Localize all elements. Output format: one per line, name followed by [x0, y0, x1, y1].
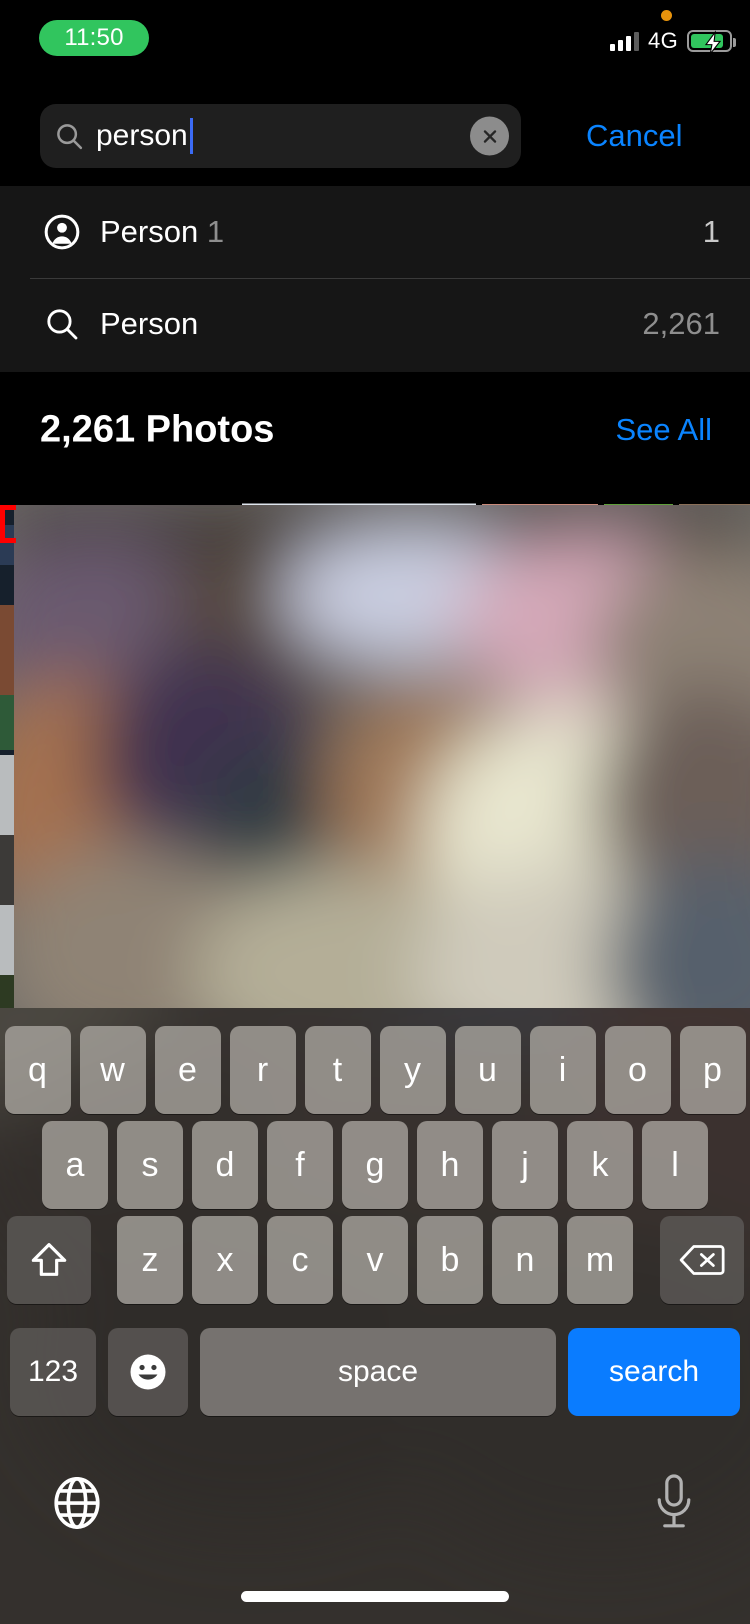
key-g[interactable]: g: [342, 1121, 408, 1209]
battery-charging-icon: [687, 30, 736, 55]
key-i[interactable]: i: [529, 1026, 596, 1114]
key-p[interactable]: p: [679, 1026, 746, 1114]
photo-preview-blurred[interactable]: [14, 505, 750, 1025]
key-m[interactable]: m: [567, 1216, 633, 1304]
search-query-text: person: [96, 119, 188, 152]
key-c[interactable]: c: [267, 1216, 333, 1304]
status-time: 11:50: [64, 24, 124, 51]
clear-search-button[interactable]: [470, 116, 509, 156]
shift-arrow-icon: [31, 1243, 66, 1276]
key-v[interactable]: v: [342, 1216, 408, 1304]
see-all-button[interactable]: See All: [615, 412, 712, 448]
key-k[interactable]: k: [567, 1121, 633, 1209]
page-title: 2,261 Photos: [40, 408, 275, 451]
keyboard-rows: q w e r t y u i o p a s d f g h j k l z …: [0, 1008, 750, 1624]
results-header: 2,261 Photos See All: [0, 372, 750, 488]
emoji-smiley-icon: [130, 1354, 166, 1390]
keyboard-bottom-bar: [0, 1456, 750, 1576]
key-r[interactable]: r: [229, 1026, 296, 1114]
on-screen-keyboard: q w e r t y u i o p a s d f g h j k l z …: [0, 1008, 750, 1624]
key-b[interactable]: b: [417, 1216, 483, 1304]
key-w[interactable]: w: [79, 1026, 146, 1114]
search-input[interactable]: person: [40, 104, 521, 168]
search-icon: [57, 124, 83, 150]
key-l[interactable]: l: [642, 1121, 708, 1209]
key-s[interactable]: s: [117, 1121, 183, 1209]
key-j[interactable]: j: [492, 1121, 558, 1209]
space-key[interactable]: space: [200, 1328, 556, 1416]
suggestion-count: 2,261: [642, 306, 720, 341]
key-n[interactable]: n: [492, 1216, 558, 1304]
globe-icon[interactable]: [48, 1474, 106, 1532]
status-right-cluster: 4G: [610, 28, 736, 55]
recording-indicator-icon: [661, 10, 672, 21]
key-d[interactable]: d: [192, 1121, 258, 1209]
home-indicator[interactable]: [241, 1591, 509, 1602]
blurred-photo-image: [14, 505, 750, 1025]
keyboard-row-2: a s d f g h j k l: [0, 1121, 750, 1209]
key-u[interactable]: u: [454, 1026, 521, 1114]
keyboard-row-3: z x c v b n m: [0, 1216, 750, 1304]
search-return-key[interactable]: search: [568, 1328, 740, 1416]
key-t[interactable]: t: [304, 1026, 371, 1114]
time-pill[interactable]: 11:50: [39, 20, 149, 56]
keyboard-row-4: 123 space search: [0, 1328, 750, 1416]
magnifier-icon: [42, 304, 82, 344]
charging-bolt-icon: [704, 30, 722, 55]
suggestion-label: Person 1: [100, 214, 225, 249]
key-o[interactable]: o: [604, 1026, 671, 1114]
suggestion-count: 1: [702, 214, 720, 249]
phone-screen: 11:50 4G person Cancel Person 1 1 Person…: [0, 0, 750, 1624]
network-type-label: 4G: [648, 28, 678, 53]
key-x[interactable]: x: [192, 1216, 258, 1304]
cellular-signal-icon: [610, 31, 640, 51]
text-cursor: [189, 118, 193, 154]
key-e[interactable]: e: [154, 1026, 221, 1114]
key-y[interactable]: y: [379, 1026, 446, 1114]
person-circle-icon: [42, 212, 82, 252]
key-a[interactable]: a: [42, 1121, 108, 1209]
cancel-button[interactable]: Cancel: [586, 118, 683, 154]
annotation-bracket: [0, 505, 16, 543]
key-q[interactable]: q: [4, 1026, 71, 1114]
key-z[interactable]: z: [117, 1216, 183, 1304]
shift-key[interactable]: [6, 1216, 91, 1304]
numbers-key[interactable]: 123: [10, 1328, 96, 1416]
emoji-key[interactable]: [108, 1328, 188, 1416]
suggestion-label: Person: [100, 306, 199, 341]
key-f[interactable]: f: [267, 1121, 333, 1209]
close-icon: [483, 129, 496, 143]
key-h[interactable]: h: [417, 1121, 483, 1209]
delete-backward-icon: [679, 1245, 725, 1275]
status-bar: 11:50 4G: [0, 0, 750, 70]
keyboard-row-1: q w e r t y u i o p: [0, 1026, 750, 1114]
photo-grid-left-edge: [0, 505, 14, 1025]
search-bar: person Cancel: [0, 100, 750, 172]
backspace-key[interactable]: [659, 1216, 744, 1304]
suggestion-row-person-1[interactable]: Person 1 1: [0, 186, 750, 279]
suggestion-row-person[interactable]: Person 2,261: [0, 278, 750, 370]
microphone-icon[interactable]: [650, 1470, 698, 1536]
search-suggestions-list: Person 1 1 Person 2,261: [0, 186, 750, 372]
